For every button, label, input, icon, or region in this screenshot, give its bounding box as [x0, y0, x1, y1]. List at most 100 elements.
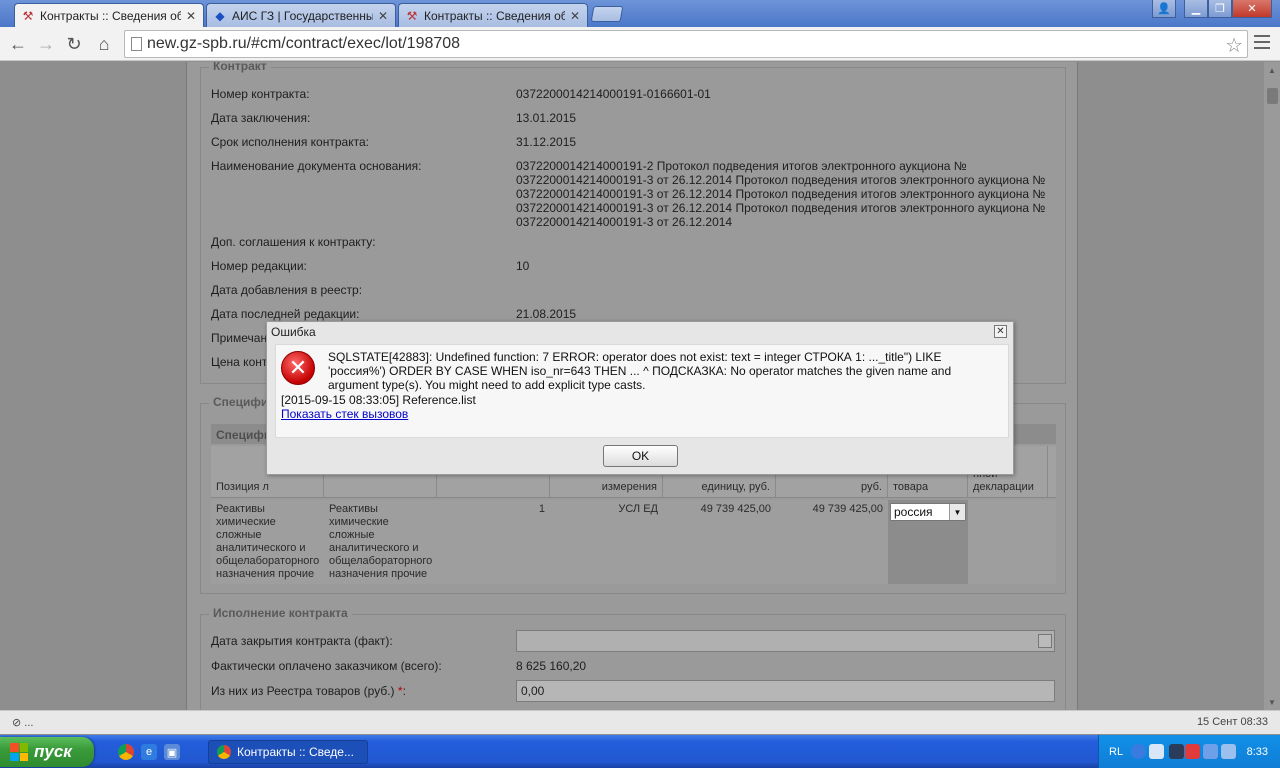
ti-icon[interactable] [1169, 744, 1184, 759]
conclusion-date: 13.01.2015 [516, 111, 577, 125]
chrome-icon[interactable] [118, 744, 134, 760]
close-icon[interactable]: ✕ [185, 9, 197, 23]
table-cell: 1 [538, 503, 545, 515]
error-dialog: Ошибка ✕ ✕ SQLSTATE[42883]: Undefined fu… [266, 321, 1014, 475]
table-cell: 49 739 425,00 [700, 503, 771, 515]
menu-icon[interactable] [1254, 35, 1270, 49]
volume-icon[interactable] [1221, 744, 1236, 759]
desktop-icon[interactable]: ▣ [164, 744, 180, 760]
table-cell: 49 739 425,00 [812, 503, 883, 515]
field-label: Наименование документа основания: [211, 159, 422, 173]
start-label: пуск [34, 742, 72, 761]
country-select-value: россия [894, 505, 933, 519]
browser-tabstrip: ⚒ Контракты :: Сведения об ✕ ◆ АИС ГЗ | … [0, 0, 1280, 28]
spec-legend: Специфи [209, 395, 273, 409]
country-cell: россия ▼ [888, 500, 968, 584]
tab-ais-gz[interactable]: ◆ АИС ГЗ | Государственный ✕ [206, 3, 396, 27]
tab-label: Контракты :: Сведения об [424, 8, 565, 23]
close-icon[interactable]: ✕ [994, 325, 1007, 338]
page-icon [131, 37, 142, 51]
tab-label: Контракты :: Сведения об [40, 9, 181, 23]
field-label: Срок исполнения контракта: [211, 135, 369, 149]
browser-statusbar: ⊘ ... 15 Сент 08:33 [0, 710, 1280, 734]
dialog-body: ✕ SQLSTATE[42883]: Undefined function: 7… [275, 344, 1009, 438]
field-label: Номер контракта: [211, 87, 310, 101]
error-timestamp: [2015-09-15 08:33:05] Reference.list [281, 393, 476, 407]
scroll-thumb[interactable] [1267, 88, 1278, 104]
registry-amount-value: 0,00 [521, 684, 545, 698]
close-icon[interactable]: ✕ [377, 9, 389, 23]
taskbar-item-label: Контракты :: Сведе... [237, 745, 354, 759]
execution-legend: Исполнение контракта [209, 606, 352, 620]
network-icon[interactable] [1149, 744, 1164, 759]
table-cell: УСЛ ЕД [618, 503, 658, 515]
help-icon[interactable] [1131, 744, 1146, 759]
globe-icon: ◆ [215, 8, 225, 23]
show-stack-link[interactable]: Показать стек вызовов [281, 407, 408, 421]
back-icon[interactable]: ← [6, 32, 30, 56]
browser-toolbar: ← → ↻ ⌂ new.gz-spb.ru/#cm/contract/exec/… [0, 27, 1280, 61]
tab-contracts-1[interactable]: ⚒ Контракты :: Сведения об ✕ [14, 3, 204, 28]
url-text: new.gz-spb.ru/#cm/contract/exec/lot/1987… [147, 35, 461, 52]
calendar-icon[interactable] [1038, 634, 1052, 648]
system-tray: RL 8:33 [1098, 735, 1280, 768]
new-tab-button[interactable] [590, 6, 624, 22]
registry-amount-field[interactable]: 0,00 [516, 680, 1055, 702]
start-button[interactable]: пуск [0, 737, 94, 767]
table-row: Реактивы химические сложные аналитическо… [211, 500, 1056, 584]
display-icon[interactable] [1203, 744, 1218, 759]
address-bar[interactable]: new.gz-spb.ru/#cm/contract/exec/lot/1987… [124, 30, 1248, 58]
table-cell: Реактивы химические сложные аналитическо… [216, 503, 320, 580]
window-close-button[interactable]: ✕ [1232, 0, 1272, 18]
revision-number: 10 [516, 259, 530, 273]
tab-contracts-2[interactable]: ⚒ Контракты :: Сведения об ✕ [398, 3, 588, 27]
chrome-icon [217, 745, 231, 759]
chevron-down-icon[interactable]: ▼ [949, 504, 965, 520]
scroll-up-icon[interactable]: ▲ [1264, 62, 1280, 78]
field-label: Фактически оплачено заказчиком (всего): [211, 659, 442, 673]
close-date-field[interactable] [516, 630, 1055, 652]
bookmark-star-icon[interactable]: ☆ [1225, 33, 1243, 58]
registry-label: Из них из Реестра товаров (руб.) *: [211, 684, 406, 698]
paid-total: 8 625 160,20 [516, 659, 587, 673]
gavel-icon: ⚒ [406, 8, 418, 23]
taskbar: пуск e ▣ Контракты :: Сведе... RL 8:33 [0, 735, 1280, 768]
last-revision-date: 21.08.2015 [516, 307, 577, 321]
registry-label-suffix: : [402, 684, 406, 698]
execution-term: 31.12.2015 [516, 135, 577, 149]
table-cell: Реактивы химические сложные аналитическо… [329, 503, 433, 580]
internet-explorer-icon[interactable]: e [141, 744, 157, 760]
contract-number: 0372200014214000191-0166601-01 [516, 87, 711, 101]
ok-button[interactable]: OK [603, 445, 678, 467]
windows-flag-icon [10, 743, 28, 761]
user-icon[interactable]: 👤 [1152, 0, 1176, 18]
tab-label: АИС ГЗ | Государственный [232, 8, 373, 23]
home-icon[interactable]: ⌂ [92, 32, 116, 56]
status-datetime: 15 Сент 08:33 [1196, 716, 1268, 728]
country-select[interactable]: россия ▼ [890, 503, 966, 521]
taskbar-item-chrome[interactable]: Контракты :: Сведе... [208, 740, 368, 764]
field-label: Дата заключения: [211, 111, 311, 125]
gavel-icon: ⚒ [22, 9, 34, 23]
close-icon[interactable]: ✕ [569, 9, 581, 23]
basis-document: 0372200014214000191-2 Протокол подведени… [516, 159, 1046, 229]
field-label: Дата закрытия контракта (факт): [211, 634, 393, 648]
registry-label-text: Из них из Реестра товаров (руб.) [211, 684, 398, 698]
field-label: Дата последней редакции: [211, 307, 360, 321]
reload-icon[interactable]: ↻ [62, 32, 86, 56]
error-icon: ✕ [281, 351, 315, 385]
page-scrollbar[interactable]: ▲ ▼ [1264, 62, 1280, 710]
execution-fieldset: Исполнение контракта Дата закрытия контр… [200, 606, 1066, 710]
field-label: Доп. соглашения к контракту: [211, 235, 376, 249]
status-text: ⊘ ... [12, 717, 34, 729]
field-label: Дата добавления в реестр: [211, 283, 363, 297]
contract-legend: Контракт [209, 62, 271, 73]
minimize-button[interactable]: ▁ [1184, 0, 1208, 18]
scroll-down-icon[interactable]: ▼ [1264, 694, 1280, 710]
language-indicator[interactable]: RL [1109, 746, 1123, 758]
k-icon[interactable] [1185, 744, 1200, 759]
restore-button[interactable]: ❐ [1208, 0, 1232, 18]
error-message: SQLSTATE[42883]: Undefined function: 7 E… [328, 350, 952, 392]
dialog-title: Ошибка [271, 325, 316, 339]
forward-icon[interactable]: → [34, 32, 58, 56]
